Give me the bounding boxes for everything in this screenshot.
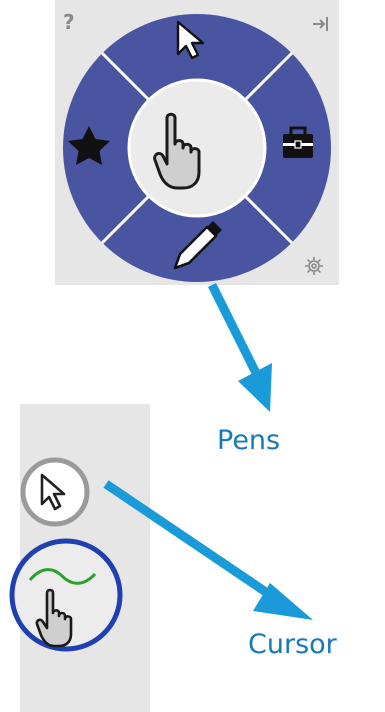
side-toolbar xyxy=(9,457,313,652)
pens-label: Pens xyxy=(217,425,281,456)
toolbar-select-button[interactable] xyxy=(20,457,90,527)
cursor-label: Cursor xyxy=(248,629,337,660)
cursor-annotation-arrow xyxy=(103,480,313,620)
toolbar-hand-button[interactable] xyxy=(9,538,123,652)
